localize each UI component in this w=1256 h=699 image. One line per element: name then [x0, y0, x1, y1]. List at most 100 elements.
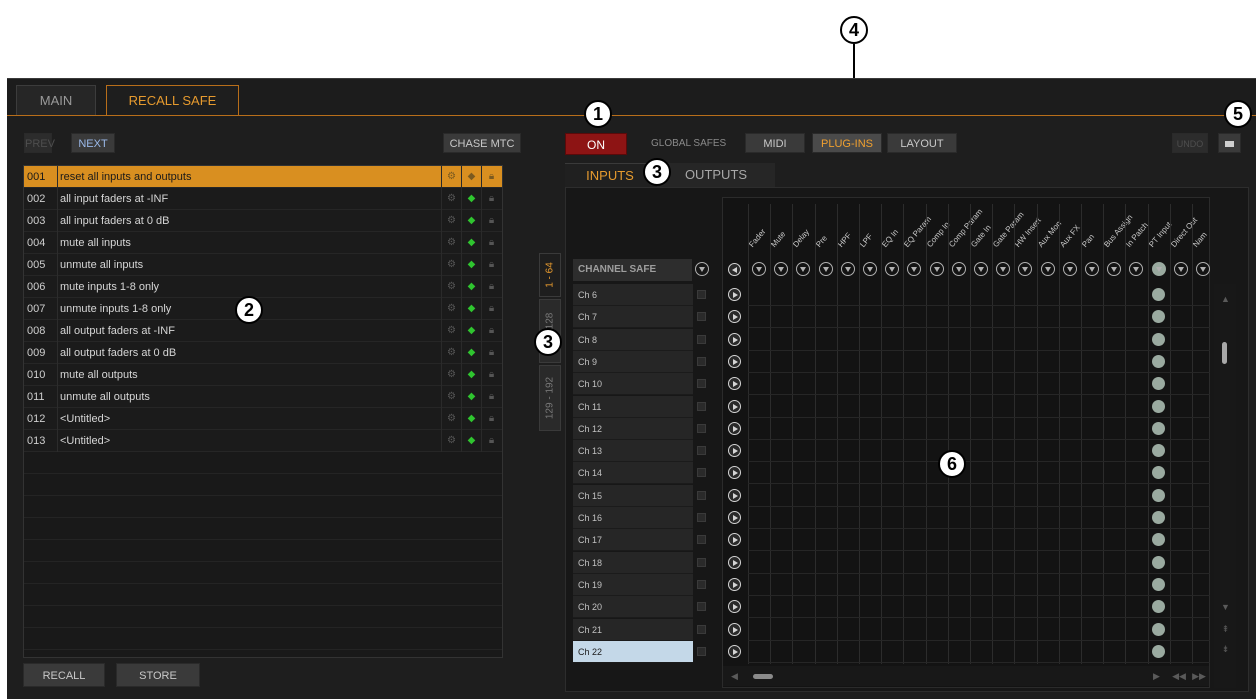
preset-row[interactable]: 010 mute all outputs ⚙ ◆ 🔒︎ — [24, 364, 502, 386]
pt-input-safe-toggle[interactable] — [1152, 422, 1165, 435]
column-toggle-icon[interactable] — [929, 262, 944, 276]
grid-page-up-icon[interactable]: ⇞ — [1218, 624, 1233, 635]
diamond-icon[interactable]: ◆ — [461, 364, 481, 386]
channel-row[interactable]: Ch 22 — [573, 641, 693, 663]
channel-row[interactable]: Ch 15 — [573, 485, 693, 507]
grid-vertical-scrollbar[interactable]: ▲ ▼ ⇞ ⇟ — [1214, 284, 1236, 688]
plugins-button[interactable]: PLUG-INS — [812, 133, 882, 153]
channel-row[interactable]: Ch 8 — [573, 329, 693, 351]
grid-scroll-left-icon[interactable]: ◀ — [727, 671, 742, 682]
tab-recall-safe[interactable]: RECALL SAFE — [106, 85, 239, 115]
row-toggle-icon[interactable] — [728, 466, 741, 479]
gear-icon[interactable]: ⚙ — [441, 188, 461, 210]
pt-input-safe-toggle[interactable] — [1152, 333, 1165, 346]
diamond-icon[interactable]: ◆ — [461, 232, 481, 254]
diamond-icon[interactable]: ◆ — [461, 210, 481, 232]
grid-scroll-down-icon[interactable]: ▼ — [1218, 602, 1233, 612]
gear-icon[interactable]: ⚙ — [441, 232, 461, 254]
pt-input-safe-toggle[interactable] — [1152, 578, 1165, 591]
lock-icon[interactable]: 🔒︎ — [481, 430, 501, 452]
tab-main[interactable]: MAIN — [16, 85, 96, 115]
channel-safe-checkbox[interactable] — [697, 625, 706, 634]
layout-button[interactable]: LAYOUT — [887, 133, 957, 153]
channel-safe-checkbox[interactable] — [697, 357, 706, 366]
channel-safe-checkbox[interactable] — [697, 379, 706, 388]
channel-safe-checkbox[interactable] — [697, 491, 706, 500]
channel-safe-checkbox[interactable] — [697, 580, 706, 589]
preset-row[interactable]: 003 all input faders at 0 dB ⚙ ◆ 🔒︎ — [24, 210, 502, 232]
store-button[interactable]: STORE — [116, 663, 200, 687]
channel-safe-checkbox[interactable] — [697, 335, 706, 344]
folder-button[interactable] — [1218, 133, 1241, 153]
lock-icon[interactable]: 🔒︎ — [481, 298, 501, 320]
column-toggle-icon[interactable] — [951, 262, 966, 276]
grid-page-down-icon[interactable]: ⇟ — [1218, 644, 1233, 655]
gear-icon[interactable]: ⚙ — [441, 254, 461, 276]
channel-safe-checkbox[interactable] — [697, 468, 706, 477]
tab-inputs[interactable]: INPUTS — [565, 163, 655, 187]
column-toggle-icon[interactable] — [1062, 262, 1077, 276]
preset-row[interactable]: 007 unmute inputs 1-8 only ⚙ ◆ 🔒︎ — [24, 298, 502, 320]
preset-row[interactable]: 001 reset all inputs and outputs ⚙ ◆ 🔒︎ — [24, 166, 502, 188]
gear-icon[interactable]: ⚙ — [441, 210, 461, 232]
grid-hscroll-thumb[interactable] — [753, 674, 773, 679]
column-toggle-icon[interactable] — [1196, 262, 1210, 276]
grid-page-right-icon[interactable]: ▶▶ — [1189, 671, 1209, 682]
gear-icon[interactable]: ⚙ — [441, 276, 461, 298]
channel-row[interactable]: Ch 7 — [573, 306, 693, 328]
channel-safe-checkbox[interactable] — [697, 602, 706, 611]
pt-input-safe-toggle[interactable] — [1152, 400, 1165, 413]
diamond-icon[interactable]: ◆ — [461, 430, 481, 452]
column-toggle-icon[interactable] — [1085, 262, 1099, 276]
row-toggle-icon[interactable] — [728, 444, 741, 457]
channel-row[interactable]: Ch 18 — [573, 552, 693, 574]
grid-scroll-thumb[interactable] — [1222, 342, 1227, 364]
prev-button[interactable]: PREV — [24, 133, 55, 153]
channel-safe-checkbox[interactable] — [697, 446, 706, 455]
row-toggle-icon[interactable] — [728, 511, 741, 524]
column-toggle-icon[interactable] — [752, 262, 766, 276]
channel-row[interactable]: Ch 12 — [573, 418, 693, 440]
row-toggle-icon[interactable] — [728, 310, 741, 323]
channel-safe-dropdown-icon[interactable] — [695, 262, 709, 276]
pt-input-safe-toggle[interactable] — [1152, 288, 1165, 301]
column-toggle-icon[interactable] — [863, 262, 877, 276]
row-toggle-icon[interactable] — [728, 333, 741, 346]
grid-scroll-right-icon[interactable]: ▶ — [1149, 671, 1164, 682]
lock-icon[interactable]: 🔒︎ — [481, 320, 501, 342]
column-toggle-icon[interactable] — [840, 262, 855, 276]
preset-row[interactable]: 002 all input faders at -INF ⚙ ◆ 🔒︎ — [24, 188, 502, 210]
grid-scroll-up-icon[interactable]: ▲ — [1218, 294, 1233, 304]
grid-horizontal-scrollbar[interactable]: ◀ ▶ ◀◀ ▶▶ — [723, 666, 1209, 686]
channel-row[interactable]: Ch 17 — [573, 529, 693, 551]
row-toggle-icon[interactable] — [728, 645, 741, 658]
channel-row[interactable]: Ch 6 — [573, 284, 693, 306]
lock-icon[interactable]: 🔒︎ — [481, 364, 501, 386]
diamond-icon[interactable]: ◆ — [461, 166, 481, 188]
lock-icon[interactable]: 🔒︎ — [481, 408, 501, 430]
midi-button[interactable]: MIDI — [745, 133, 805, 153]
pt-input-safe-toggle[interactable] — [1152, 377, 1165, 390]
row-toggle-icon[interactable] — [728, 288, 741, 301]
preset-row[interactable]: 004 mute all inputs ⚙ ◆ 🔒︎ — [24, 232, 502, 254]
lock-icon[interactable]: 🔒︎ — [481, 232, 501, 254]
row-toggle-icon[interactable] — [728, 556, 741, 569]
preset-row[interactable]: 008 all output faders at -INF ⚙ ◆ 🔒︎ — [24, 320, 502, 342]
column-toggle-icon[interactable] — [1173, 262, 1188, 276]
undo-button[interactable]: UNDO — [1172, 133, 1208, 153]
channel-row[interactable]: Ch 11 — [573, 396, 693, 418]
row-toggle-icon[interactable] — [728, 578, 741, 591]
row-toggle-icon[interactable] — [728, 489, 741, 502]
preset-row[interactable]: 012 <Untitled> ⚙ ◆ 🔒︎ — [24, 408, 502, 430]
preset-row[interactable]: 011 unmute all outputs ⚙ ◆ 🔒︎ — [24, 386, 502, 408]
channel-safe-checkbox[interactable] — [697, 513, 706, 522]
lock-icon[interactable]: 🔒︎ — [481, 210, 501, 232]
pt-input-safe-toggle[interactable] — [1152, 600, 1165, 613]
diamond-icon[interactable]: ◆ — [461, 386, 481, 408]
channel-safe-checkbox[interactable] — [697, 535, 706, 544]
channel-safe-checkbox[interactable] — [697, 290, 706, 299]
channel-safe-checkbox[interactable] — [697, 402, 706, 411]
chase-mtc-button[interactable]: CHASE MTC — [443, 133, 521, 153]
bank-tab-1-64[interactable]: 1 - 64 — [539, 253, 561, 297]
row-toggle-icon[interactable] — [728, 422, 741, 435]
